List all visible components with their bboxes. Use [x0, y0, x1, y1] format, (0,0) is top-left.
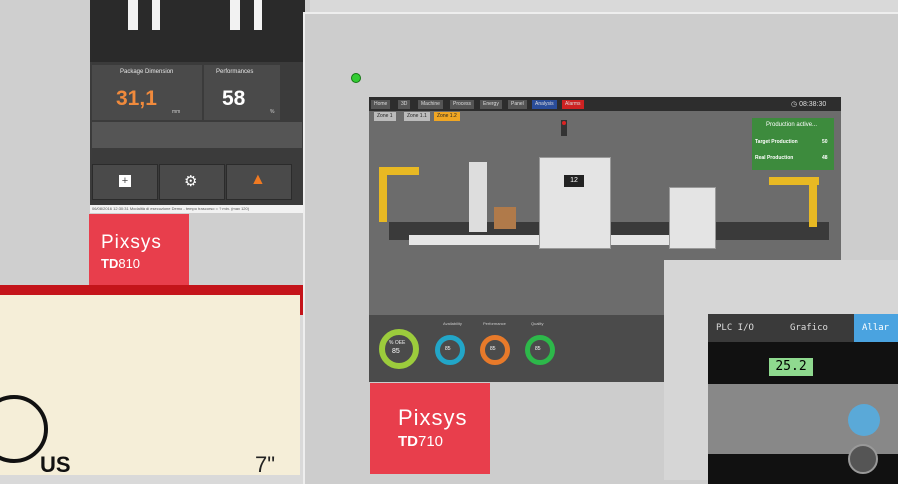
td810-brand-label: Pixsys TD810	[89, 214, 189, 290]
pane-label: Performances	[216, 69, 254, 75]
gauge-value: 85	[490, 346, 496, 352]
brand-name: Pixsys	[101, 232, 162, 253]
thermometer-icon	[848, 444, 878, 474]
pane-unit: %	[270, 109, 275, 115]
tab-process[interactable]: Process	[450, 100, 475, 109]
performances-pane: Performances 58 %	[204, 65, 280, 120]
availability-gauge: 85	[435, 335, 465, 365]
tab-zone-1-1[interactable]: Zone 1.1	[404, 112, 430, 121]
model-name: TD710	[398, 433, 444, 450]
real-label: Real Production	[755, 155, 794, 161]
oee-value: 85	[392, 348, 400, 355]
oee-label: % OEE	[389, 340, 406, 346]
pane-value: 58	[222, 87, 246, 110]
tab-panel[interactable]: Panel	[508, 100, 527, 109]
machine-display: 12	[564, 175, 584, 187]
real-value: 48	[822, 155, 828, 161]
package-dimension-pane: Package Dimension 31,1 mm	[92, 65, 202, 120]
quality-gauge: 85	[525, 335, 555, 365]
status-text: 06/08/2016 12:30:31 Modalità di esecuzio…	[92, 206, 250, 211]
fan-icon	[848, 404, 880, 436]
size-text: 7"	[255, 452, 276, 477]
production-title: Production active...	[766, 122, 818, 128]
pane-label: Package Dimension	[120, 69, 174, 75]
box: US 7"	[0, 295, 300, 477]
tab-plc-io[interactable]: PLC I/O	[716, 323, 754, 333]
gauge-value: 85	[535, 346, 541, 352]
third-device-tab-bar: PLC I/O Grafico Allar	[708, 314, 898, 342]
lcd-readout: 25.2	[769, 358, 813, 376]
tab-analysis[interactable]: Analysis	[532, 100, 557, 109]
td810-top-area	[90, 0, 305, 62]
tab-3d[interactable]: 3D	[398, 100, 411, 109]
tab-energy[interactable]: Energy	[480, 100, 502, 109]
gear-icon: ⚙	[184, 173, 198, 190]
tab-alarms[interactable]: Alarms	[562, 100, 584, 109]
target-value: 50	[822, 139, 828, 145]
pane-unit: mm	[172, 109, 181, 115]
quality-label: Quality	[531, 321, 544, 326]
tab-zone-1[interactable]: Zone 1	[374, 112, 396, 121]
td810-info-pane	[92, 122, 302, 148]
cert-text: US	[40, 452, 71, 477]
oee-gauge: % OEE 85	[379, 329, 419, 369]
model-name: TD810	[101, 256, 141, 271]
gauge-value: 85	[445, 346, 451, 352]
target-label: Target Production	[755, 139, 798, 145]
settings-button[interactable]: ⚙	[159, 164, 225, 200]
tab-grafico[interactable]: Grafico	[790, 323, 828, 333]
availability-label: Availability	[443, 321, 462, 326]
alarm-button[interactable]: ▲	[226, 164, 292, 200]
performance-gauge: 85	[480, 335, 510, 365]
warning-icon: ▲	[250, 171, 266, 188]
production-panel: Production active... Target Production 5…	[752, 118, 834, 170]
performance-label: Performance	[483, 321, 506, 326]
tab-allarmi[interactable]: Allar	[854, 314, 898, 342]
td810-status-bar: 06/08/2016 12:30:31 Modalità di esecuzio…	[90, 205, 305, 213]
pane-value: 31,1	[116, 87, 157, 110]
add-button[interactable]: +	[92, 164, 158, 200]
power-led-icon	[351, 73, 361, 83]
brand-name: Pixsys	[398, 405, 468, 430]
tab-home[interactable]: Home	[371, 100, 391, 109]
tab-zone-1-2[interactable]: Zone 1.2	[434, 112, 460, 121]
tab-machine[interactable]: Machine	[418, 100, 443, 109]
td710-brand-label: Pixsys TD710	[370, 383, 490, 474]
clock: ◷ 08:38:30	[791, 101, 827, 108]
add-icon: +	[119, 175, 131, 187]
